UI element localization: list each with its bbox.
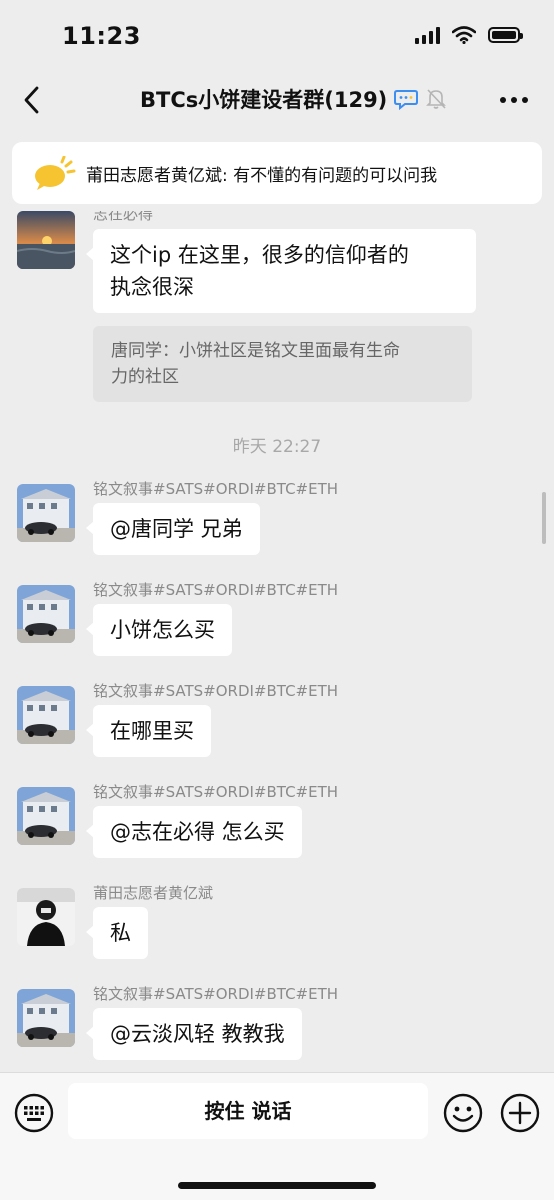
chat-bubble-icon [394,90,419,111]
chat-title-group[interactable]: BTCs小饼建设者群(129) [140,84,447,114]
plus-icon[interactable] [500,1093,540,1133]
sender-name: 铭文叙事#SATS#ORDI#BTC#ETH [93,682,339,700]
home-indicator[interactable] [178,1182,376,1189]
message-bubble[interactable]: @唐同学 兄弟 [86,503,260,555]
input-bar: 按住 说话 [0,1072,554,1200]
chat-title: BTCs小饼建设者群(129) [140,88,388,112]
house-car-avatar[interactable] [17,989,75,1047]
wifi-icon [452,26,476,44]
keyboard-icon[interactable] [14,1093,54,1133]
chat-header: BTCs小饼建设者群(129) [0,70,554,130]
message-text-line: 执念很深 [110,275,194,299]
quote-text-line: 力的社区 [111,367,179,387]
battery-icon [488,27,523,43]
quote-text-line: 唐同学：小饼社区是铭文里面最有生命 [111,341,400,361]
person-avatar[interactable] [17,888,75,946]
quoted-reply[interactable]: 唐同学：小饼社区是铭文里面最有生命 力的社区 [93,326,472,402]
house-car-avatar[interactable] [17,585,75,643]
message-timestamp: 昨天 22:27 [232,437,322,457]
pinned-announcement[interactable]: 莆田志愿者黄亿斌: 有不懂的有问题的可以问我 [12,142,542,204]
sender-name: 铭文叙事#SATS#ORDI#BTC#ETH [93,581,339,599]
sender-name: 铭文叙事#SATS#ORDI#BTC#ETH [93,985,339,1003]
bell-slash-icon [426,89,447,109]
system-icons [415,26,523,44]
sender-name: 铭文叙事#SATS#ORDI#BTC#ETH [93,783,339,801]
announcement-text: 莆田志愿者黄亿斌: 有不懂的有问题的可以问我 [86,166,438,186]
sender-name: 铭文叙事#SATS#ORDI#BTC#ETH [93,480,339,498]
more-dots-icon[interactable] [498,88,530,112]
message-bubble[interactable]: @云淡风轻 教教我 [86,1008,302,1060]
scrollbar[interactable] [542,492,546,544]
status-bar: 11:23 [0,0,554,70]
house-car-avatar[interactable] [17,686,75,744]
message-bubble[interactable]: 私 [86,907,148,959]
house-car-avatar[interactable] [17,484,75,542]
sunset-avatar[interactable] [17,211,75,269]
cellular-signal-icon [415,26,440,44]
emoji-icon[interactable] [443,1093,483,1133]
sender-name: 莆田志愿者黄亿斌 [93,884,214,902]
chevron-left-icon[interactable] [18,82,46,118]
status-time: 11:23 [62,22,141,50]
message-bubble[interactable]: 在哪里买 [86,705,211,757]
announcement-bubble-icon [35,156,76,190]
house-car-avatar[interactable] [17,787,75,845]
message-bubble[interactable]: 小饼怎么买 [86,604,232,656]
message-text-line: 这个ip 在这里，很多的信仰者的 [110,243,409,267]
message-bubble[interactable]: @志在必得 怎么买 [86,806,302,858]
sender-name: 志在必得 [93,205,154,223]
message-bubble[interactable]: 这个ip 在这里，很多的信仰者的 执念很深 [86,229,476,313]
hold-to-talk-button[interactable]: 按住 说话 [68,1083,428,1139]
